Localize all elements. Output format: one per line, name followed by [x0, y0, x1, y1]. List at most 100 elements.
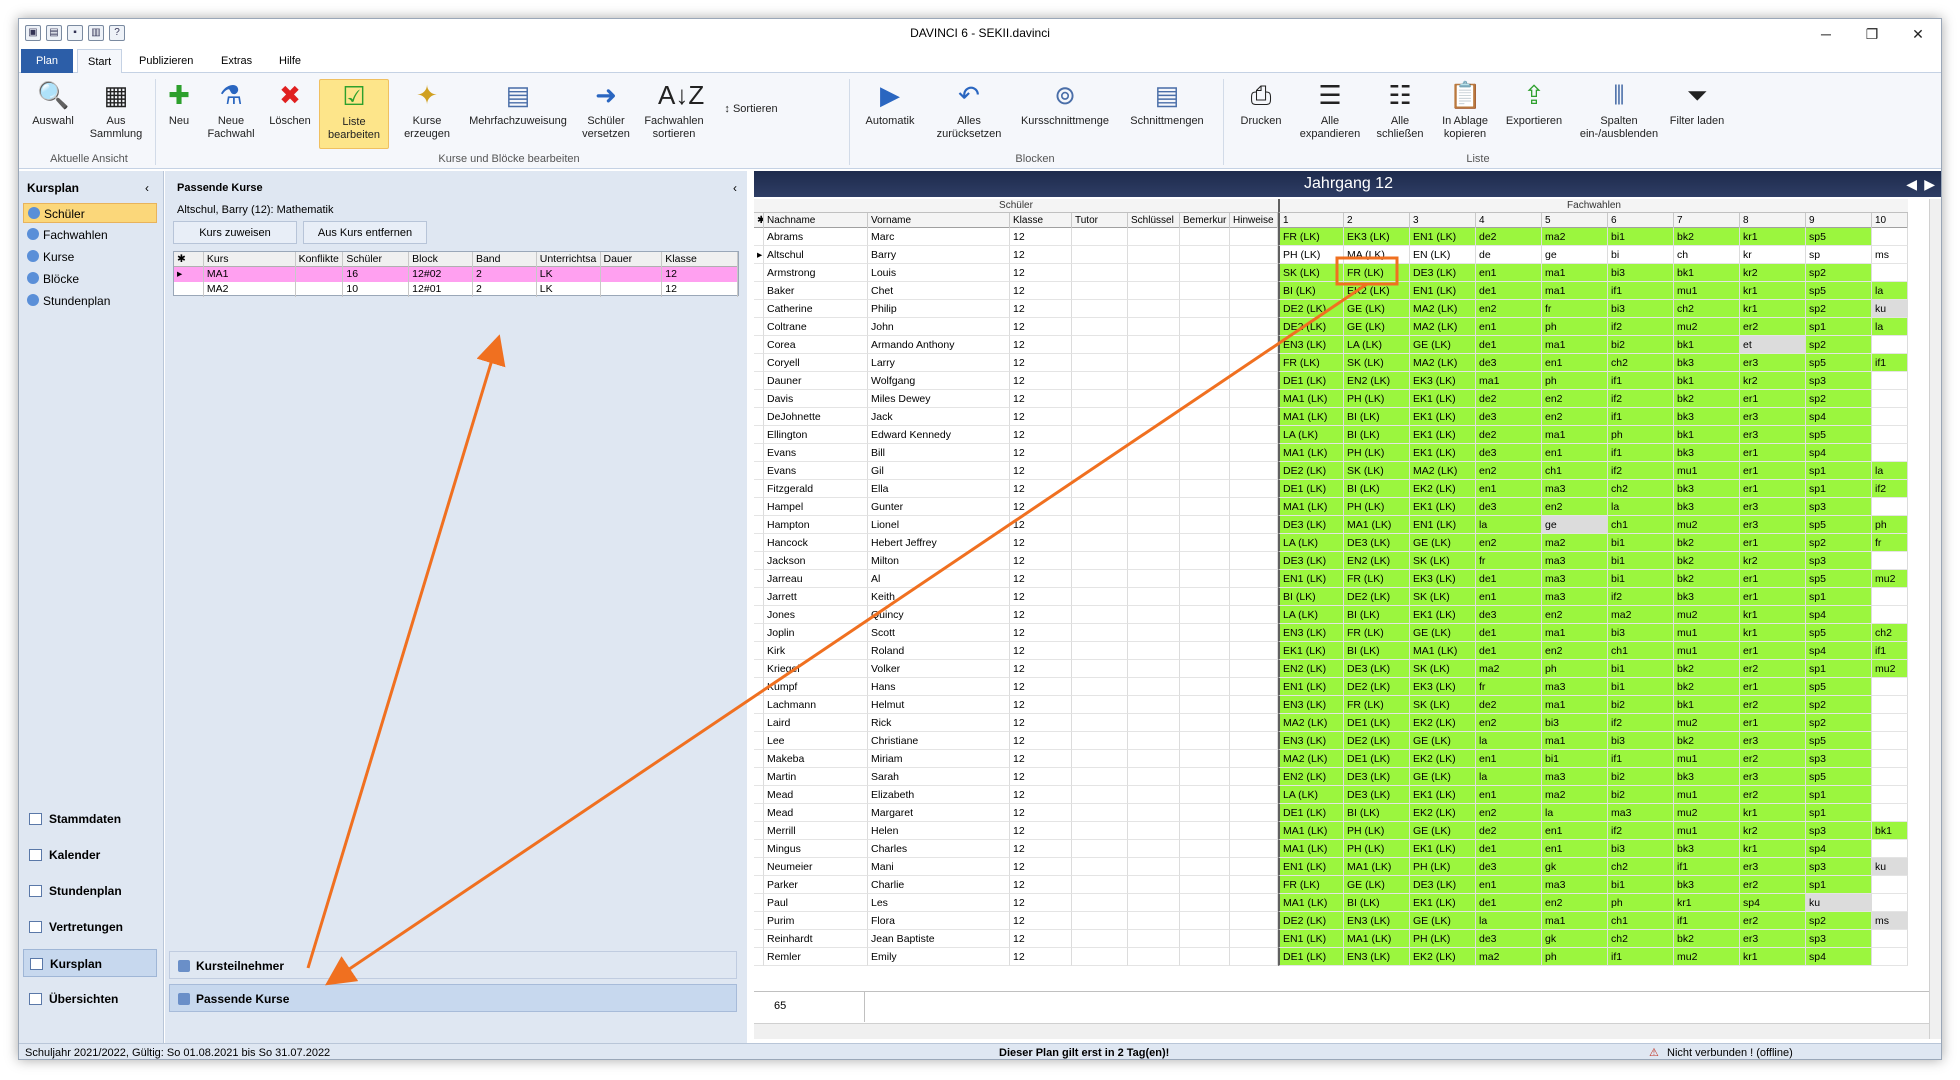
fachwahl-cell[interactable]: bk1 — [1872, 822, 1908, 840]
student-cell-empty[interactable] — [1230, 300, 1278, 318]
fachwahl-cell[interactable]: er3 — [1740, 930, 1806, 948]
student-cell[interactable]: Volker — [868, 660, 1010, 678]
neue-fachwahl-button[interactable]: ⚗ Neue Fachwahl — [201, 79, 261, 141]
student-cell-empty[interactable] — [1128, 588, 1180, 606]
fachwahl-cell[interactable]: if1 — [1872, 642, 1908, 660]
fachwahl-cell[interactable]: FR (LK) — [1344, 624, 1410, 642]
student-cell[interactable]: 12 — [1010, 642, 1072, 660]
fachwahl-cell[interactable]: if2 — [1608, 588, 1674, 606]
student-cell-empty[interactable] — [1072, 462, 1128, 480]
fachwahl-cell[interactable]: sp1 — [1806, 480, 1872, 498]
student-cell[interactable]: Roland — [868, 642, 1010, 660]
fachwahl-cell[interactable]: sp2 — [1806, 912, 1872, 930]
fachwahl-cell[interactable]: er1 — [1740, 570, 1806, 588]
tab-passende-kurse[interactable]: Passende Kurse — [169, 984, 737, 1012]
nav-stundenplan[interactable]: Stundenplan — [23, 877, 157, 905]
kurse-column-header[interactable]: Klasse — [662, 252, 739, 267]
alle-expandieren-button[interactable]: ☰ Alle expandieren — [1295, 79, 1365, 141]
fachwahl-cell[interactable]: sp5 — [1806, 678, 1872, 696]
fachwahl-cell[interactable]: en1 — [1476, 264, 1542, 282]
fachwahl-cell[interactable]: ch2 — [1674, 300, 1740, 318]
student-cell-empty[interactable] — [1128, 858, 1180, 876]
fachwahl-cell[interactable]: GE (LK) — [1410, 732, 1476, 750]
fachwahl-cell[interactable]: EN2 (LK) — [1278, 768, 1344, 786]
fachwahl-cell[interactable]: MA1 (LK) — [1278, 408, 1344, 426]
student-cell[interactable]: Barry — [868, 246, 1010, 264]
alle-schliessen-button[interactable]: ☷ Alle schließen — [1369, 79, 1431, 141]
fachwahl-cell[interactable]: de2 — [1476, 426, 1542, 444]
student-cell[interactable]: Hampton — [764, 516, 868, 534]
fachwahl-cell[interactable]: er2 — [1740, 696, 1806, 714]
student-cell[interactable]: Margaret — [868, 804, 1010, 822]
fachwahl-cell[interactable]: EK3 (LK) — [1344, 228, 1410, 246]
fachwahl-cell[interactable]: kr1 — [1740, 282, 1806, 300]
student-row[interactable]: Mingus Charles 12 MA1 (LK) PH (LK) EK1 (LK) de… — [754, 840, 1908, 858]
student-cell-empty[interactable] — [1128, 552, 1180, 570]
fachwahl-cell[interactable]: de1 — [1476, 282, 1542, 300]
fachwahl-cell[interactable]: en1 — [1542, 444, 1608, 462]
fachwahl-cell[interactable] — [1872, 732, 1908, 750]
student-cell-empty[interactable] — [1230, 840, 1278, 858]
student-cell-empty[interactable] — [1180, 732, 1230, 750]
fachwahl-cell[interactable]: er3 — [1740, 408, 1806, 426]
fachwahl-cell[interactable]: sp1 — [1806, 804, 1872, 822]
fachwahl-cell[interactable]: ku — [1872, 300, 1908, 318]
student-cell-empty[interactable] — [1180, 912, 1230, 930]
fachwahl-cell[interactable]: MA2 (LK) — [1410, 462, 1476, 480]
fachwahl-cell[interactable]: ma3 — [1542, 570, 1608, 588]
fachwahl-cell[interactable]: EN3 (LK) — [1278, 336, 1344, 354]
fachwahl-cell[interactable]: de2 — [1476, 696, 1542, 714]
student-cell-empty[interactable] — [1230, 642, 1278, 660]
student-cell[interactable]: Emily — [868, 948, 1010, 966]
fachwahl-cell[interactable]: ch1 — [1608, 912, 1674, 930]
fachwahl-cell[interactable]: er2 — [1740, 876, 1806, 894]
student-cell-empty[interactable] — [1128, 498, 1180, 516]
student-cell-empty[interactable] — [1128, 228, 1180, 246]
student-row[interactable]: Jackson Milton 12 DE3 (LK) EN2 (LK) SK (LK) fr… — [754, 552, 1908, 570]
fachwahl-cell[interactable]: MA1 (LK) — [1278, 444, 1344, 462]
fachwahl-cell[interactable]: sp3 — [1806, 858, 1872, 876]
kurse-cell[interactable]: MA1 — [204, 267, 296, 282]
fachwahl-cell[interactable]: PH (LK) — [1344, 444, 1410, 462]
fachwahl-cell[interactable]: DE1 (LK) — [1344, 750, 1410, 768]
fachwahl-column-header[interactable]: 10 — [1872, 213, 1908, 228]
kurse-cell[interactable]: 10 — [343, 282, 410, 297]
tab-publizieren[interactable]: Publizieren — [129, 49, 203, 73]
student-cell[interactable]: 12 — [1010, 426, 1072, 444]
student-row[interactable]: Armstrong Louis 12 SK (LK) FR (LK) DE3 (LK) en… — [754, 264, 1908, 282]
fachwahl-cell[interactable]: er1 — [1740, 390, 1806, 408]
student-cell[interactable]: 12 — [1010, 894, 1072, 912]
student-cell[interactable]: Hampel — [764, 498, 868, 516]
student-cell[interactable]: 12 — [1010, 246, 1072, 264]
fachwahl-cell[interactable]: ph — [1872, 516, 1908, 534]
loeschen-button[interactable]: ✖ Löschen — [265, 79, 315, 128]
fachwahl-cell[interactable]: en2 — [1542, 606, 1608, 624]
fachwahl-cell[interactable]: kr1 — [1740, 804, 1806, 822]
fachwahl-cell[interactable]: SK (LK) — [1344, 354, 1410, 372]
student-cell-empty[interactable] — [1230, 282, 1278, 300]
fachwahl-cell[interactable]: en1 — [1476, 876, 1542, 894]
student-cell-empty[interactable] — [1230, 516, 1278, 534]
student-cell[interactable]: Jean Baptiste — [868, 930, 1010, 948]
student-cell[interactable]: Lachmann — [764, 696, 868, 714]
fachwahl-cell[interactable]: er3 — [1740, 354, 1806, 372]
student-cell[interactable]: 12 — [1010, 534, 1072, 552]
fachwahl-cell[interactable]: ch1 — [1542, 462, 1608, 480]
kurse-cell[interactable]: MA2 — [204, 282, 296, 297]
student-cell[interactable]: Lionel — [868, 516, 1010, 534]
fachwahl-cell[interactable]: EN3 (LK) — [1278, 732, 1344, 750]
student-cell-empty[interactable] — [1128, 480, 1180, 498]
student-cell[interactable]: Keith — [868, 588, 1010, 606]
fachwahl-cell[interactable]: if2 — [1608, 822, 1674, 840]
student-cell[interactable]: Helmut — [868, 696, 1010, 714]
fachwahl-cell[interactable]: if1 — [1872, 354, 1908, 372]
student-cell-empty[interactable] — [1128, 516, 1180, 534]
student-cell-empty[interactable] — [1072, 534, 1128, 552]
fachwahl-cell[interactable]: bk2 — [1674, 660, 1740, 678]
student-row[interactable]: Jarreau Al 12 EN1 (LK) FR (LK) EK3 (LK) de1 ma3… — [754, 570, 1908, 588]
fachwahl-cell[interactable]: mu2 — [1674, 516, 1740, 534]
fachwahl-cell[interactable]: EN1 (LK) — [1278, 678, 1344, 696]
fachwahl-cell[interactable]: MA (LK) — [1344, 246, 1410, 264]
fachwahl-cell[interactable] — [1872, 714, 1908, 732]
fachwahl-cell[interactable]: EK2 (LK) — [1410, 804, 1476, 822]
